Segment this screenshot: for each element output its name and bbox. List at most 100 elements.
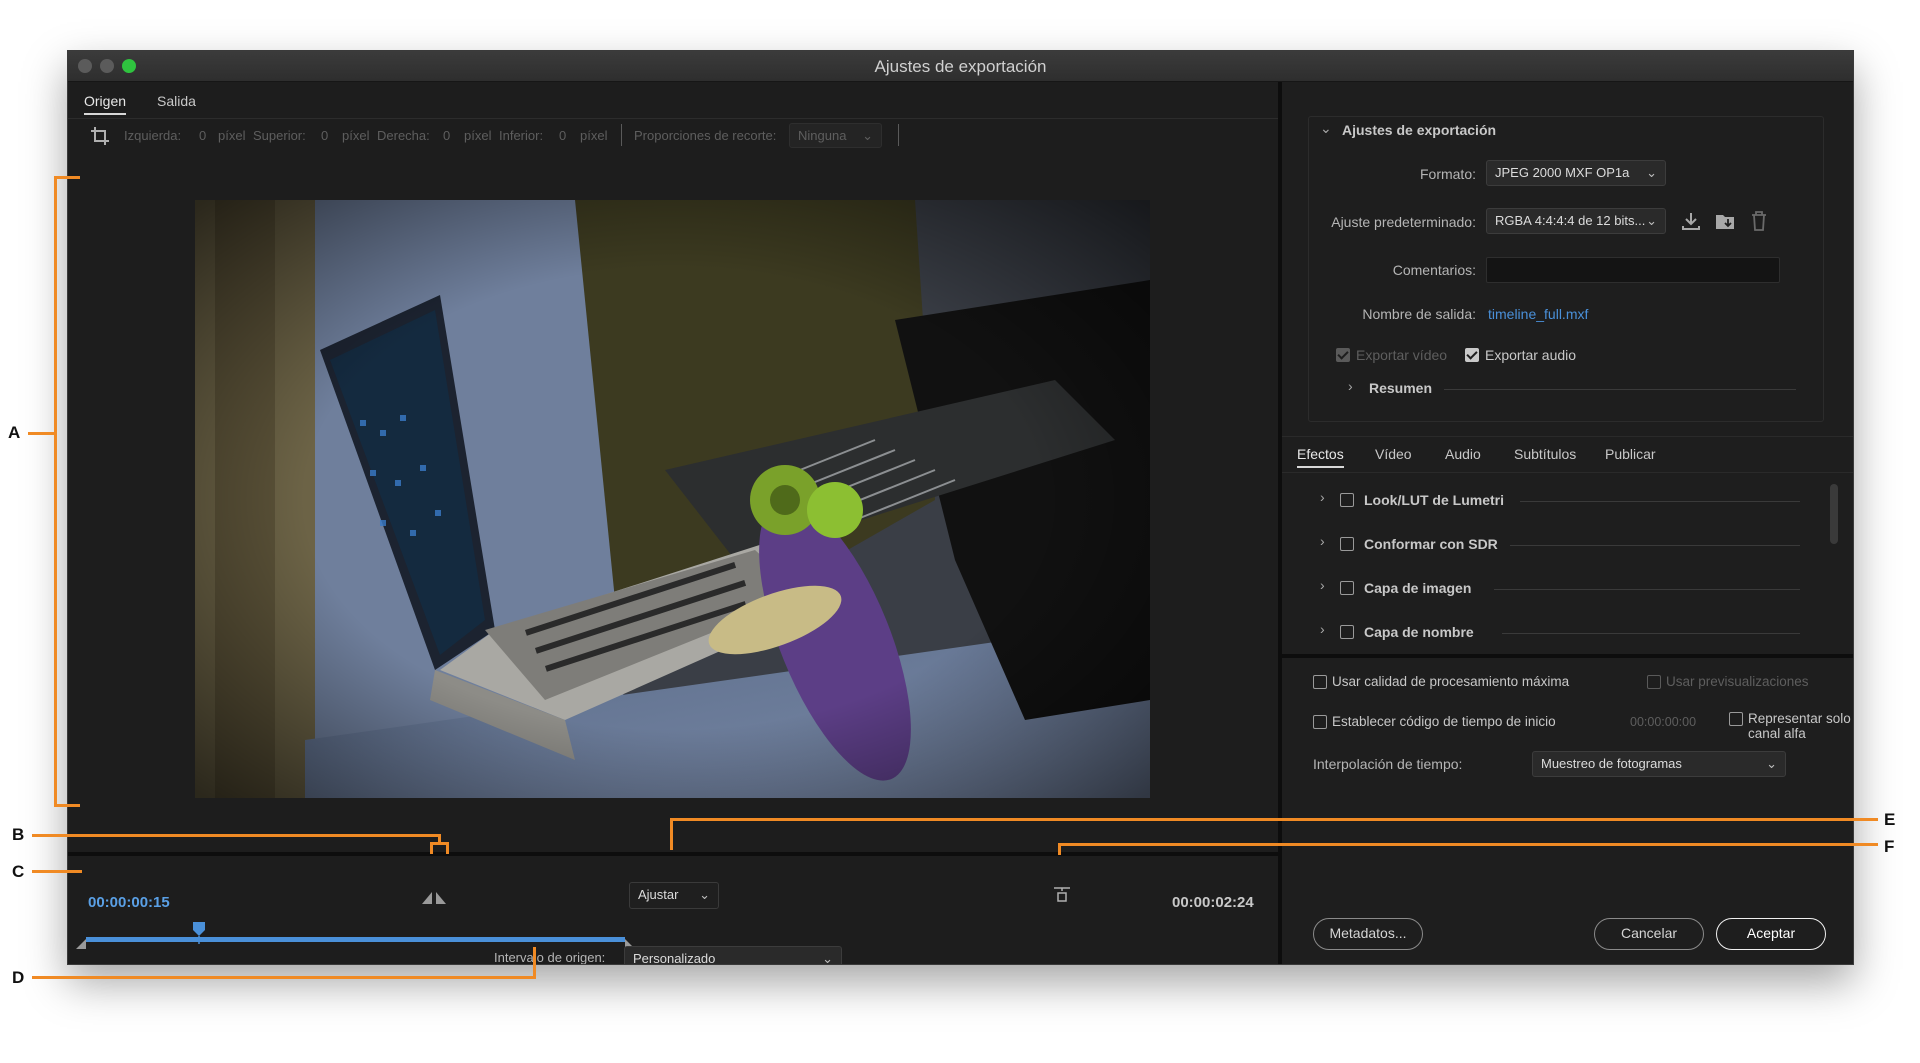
effect-checkbox[interactable] [1340,493,1354,507]
expand-chevron-icon[interactable]: › [1320,621,1325,637]
summary-label[interactable]: Resumen [1369,380,1432,396]
tabs-top-rule [1282,436,1853,437]
export-settings-header: Ajustes de exportación [1342,122,1497,138]
comments-label: Comentarios: [1392,262,1476,278]
export-audio-checkbox[interactable] [1465,348,1479,362]
expand-chevron-icon[interactable]: › [1320,533,1325,549]
title-bar: Ajustes de exportación [68,51,1853,82]
tab-video[interactable]: Vídeo [1375,446,1412,462]
alpha-only-checkbox[interactable] [1729,712,1743,726]
export-video-checkbox[interactable] [1336,348,1350,362]
mark-out-icon[interactable] [434,890,448,906]
mark-in-icon[interactable] [420,890,434,906]
preset-label: Ajuste predeterminado: [1331,214,1476,230]
crop-separator [621,124,622,146]
playhead-marker[interactable] [193,922,205,944]
metadata-button[interactable]: Metadatos... [1313,918,1423,950]
crop-right-label: Derecha: [377,128,430,143]
annotation-e: E [1884,810,1896,829]
crop-bottom-value[interactable]: 0 [559,128,566,143]
chevron-down-icon: ⌄ [1766,756,1777,771]
max-quality-checkbox[interactable] [1313,675,1327,689]
comments-field[interactable] [1486,257,1780,283]
effect-label: Capa de nombre [1364,624,1474,640]
crop-left-unit: píxel [218,128,246,143]
tab-audio[interactable]: Audio [1445,446,1481,462]
delete-preset-icon[interactable] [1748,209,1770,233]
video-preview[interactable] [195,200,1150,798]
ok-button[interactable]: Aceptar [1716,918,1826,950]
expand-chevron-icon[interactable]: › [1320,577,1325,593]
crop-right-value[interactable]: 0 [443,128,450,143]
import-preset-icon[interactable] [1714,210,1738,232]
chevron-down-icon: ⌄ [822,951,833,965]
annotation-b: B [12,825,25,844]
tab-subtitulos[interactable]: Subtítulos [1514,446,1576,462]
effects-scrollbar[interactable] [1830,484,1838,544]
format-value: JPEG 2000 MXF OP1a [1495,165,1630,180]
fit-dropdown[interactable]: Ajustar ⌄ [629,882,719,909]
tab-divider [68,118,1278,119]
expand-chevron-icon[interactable]: › [1348,378,1353,394]
aspect-ratio-toggle-icon[interactable] [1052,884,1072,904]
crop-left-label: Izquierda: [124,128,182,143]
crop-top-unit: píxel [342,128,370,143]
annotation-a: A [8,423,21,442]
duration-timecode: 00:00:02:24 [1172,894,1254,911]
annotation-d: D [12,968,25,987]
alpha-only-label: Representar solo canal alfa [1748,711,1851,741]
cancel-button[interactable]: Cancelar [1594,918,1704,950]
tab-origen[interactable]: Origen [84,93,127,115]
export-video-label: Exportar vídeo [1356,347,1448,363]
export-settings-window: Ajustes de exportación Origen Salida Izq… [67,50,1854,965]
effect-checkbox[interactable] [1340,581,1354,595]
effect-checkbox[interactable] [1340,537,1354,551]
effect-label: Conformar con SDR [1364,536,1498,552]
tab-efectos[interactable]: Efectos [1297,446,1344,468]
source-range-dropdown[interactable]: Personalizado ⌄ [624,946,842,965]
annotation-d-leader [32,976,536,979]
crop-ratio-label: Proporciones de recorte: [634,128,777,143]
crop-ratio-dropdown[interactable]: Ninguna ⌄ [789,123,882,148]
start-timecode-checkbox[interactable] [1313,715,1327,729]
time-interpolation-label: Interpolación de tiempo: [1313,756,1463,772]
crop-ratio-value: Ninguna [798,128,847,143]
time-interpolation-value: Muestreo de fotogramas [1541,756,1682,771]
annotation-f-down [1058,843,1061,855]
timeline-range-bar[interactable] [86,937,625,942]
tab-salida[interactable]: Salida [157,93,196,109]
crop-bottom-label: Inferior: [499,128,544,143]
time-interpolation-dropdown[interactable]: Muestreo de fotogramas ⌄ [1532,751,1786,777]
chevron-down-icon: ⌄ [1646,213,1657,228]
current-timecode[interactable]: 00:00:00:15 [88,894,170,911]
timeline-start-handle[interactable] [76,938,88,956]
source-range-value: Personalizado [633,951,716,965]
effect-checkbox[interactable] [1340,625,1354,639]
crop-icon[interactable] [90,126,110,146]
start-timecode-value[interactable]: 00:00:00:00 [1630,715,1696,729]
preset-value: RGBA 4:4:4:4 de 12 bits... [1495,213,1646,228]
collapse-chevron-icon[interactable]: ⌄ [1320,120,1332,137]
tabs-bottom-rule [1282,472,1853,473]
format-dropdown[interactable]: JPEG 2000 MXF OP1a ⌄ [1486,160,1666,186]
expand-chevron-icon[interactable]: › [1320,489,1325,505]
tab-publicar[interactable]: Publicar [1605,446,1656,462]
crop-top-value[interactable]: 0 [321,128,328,143]
source-panel: Origen Salida Izquierda: 0 píxel Superio… [68,82,1278,964]
annotation-f: F [1884,837,1895,856]
effect-rule [1510,545,1800,546]
max-quality-label: Usar calidad de procesamiento máxima [1332,674,1570,689]
preview-divider [68,852,1278,856]
annotation-a-bracket [54,176,57,807]
save-preset-icon[interactable] [1680,210,1702,232]
source-range-label: Intervalo de origen: [494,950,606,965]
annotation-a-tick-bottom [54,804,80,807]
annotation-d-up [533,947,536,978]
preset-dropdown[interactable]: RGBA 4:4:4:4 de 12 bits... ⌄ [1486,208,1666,234]
use-previews-checkbox[interactable] [1647,675,1661,689]
crop-left-value[interactable]: 0 [199,128,206,143]
annotation-a-leader [28,432,54,435]
effect-label: Capa de imagen [1364,580,1472,596]
output-name-link[interactable]: timeline_full.mxf [1488,306,1588,322]
crop-right-unit: píxel [464,128,492,143]
